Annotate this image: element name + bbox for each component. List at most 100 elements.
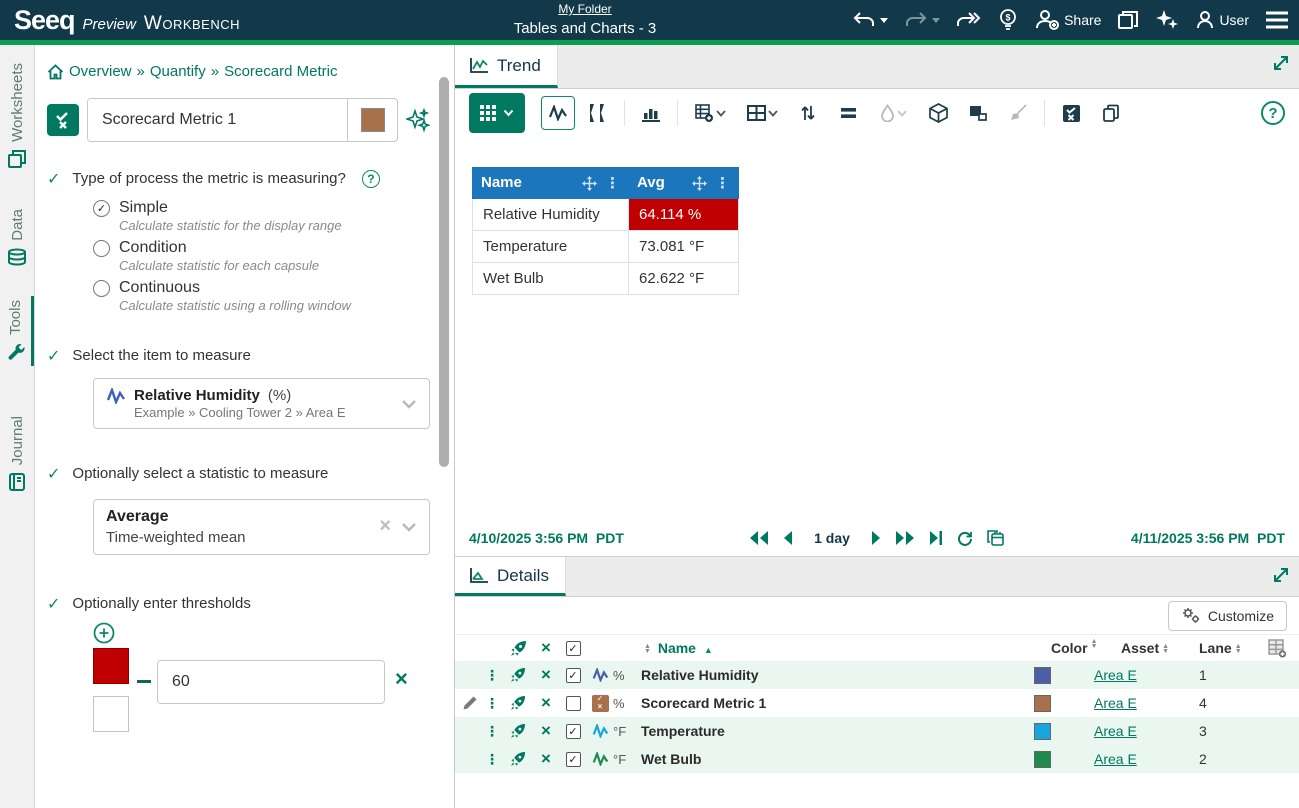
rocket-icon[interactable] xyxy=(503,667,533,683)
remove-item-icon[interactable]: × xyxy=(533,749,559,769)
eraser-button[interactable] xyxy=(1001,96,1035,130)
radio-condition[interactable]: Condition xyxy=(93,239,430,257)
row-color-swatch[interactable] xyxy=(1034,723,1051,740)
asset-link[interactable]: Area E xyxy=(1094,695,1137,711)
bar-chart-toggle-button[interactable] xyxy=(634,96,668,130)
sidebar-item-worksheets[interactable]: Worksheets xyxy=(0,59,34,173)
step-forward-fast-icon[interactable] xyxy=(895,531,915,545)
name-column-header[interactable]: ▲▼ Name ▲ xyxy=(641,640,1051,656)
table-row[interactable]: Relative Humidity 64.114 % xyxy=(473,199,739,231)
range-start[interactable]: 4/10/2025 3:56 PM PDT xyxy=(469,530,624,546)
rocket-icon[interactable] xyxy=(503,751,533,767)
rocket-icon[interactable] xyxy=(503,695,533,711)
forward-share-button[interactable] xyxy=(956,11,982,29)
ai-assistant-button[interactable] xyxy=(1155,9,1179,31)
bring-to-front-button[interactable] xyxy=(961,96,995,130)
step-back-icon[interactable] xyxy=(783,531,793,545)
clear-statistic-icon[interactable]: × xyxy=(379,515,391,538)
metric-button[interactable] xyxy=(1054,96,1088,130)
duration-label[interactable]: 1 day xyxy=(807,530,857,546)
expand-trend-icon[interactable] xyxy=(1271,53,1291,73)
grid-table-dropdown-button[interactable] xyxy=(739,96,785,130)
detail-row-wet-bulb[interactable]: ⋮ × ✓ °F Wet Bulb Area E 2 xyxy=(455,745,1299,773)
droplet-dropdown-button[interactable] xyxy=(871,96,915,130)
my-folder-link[interactable]: My Folder xyxy=(558,2,611,16)
table-row[interactable]: Temperature 73.081 °F xyxy=(473,231,739,263)
add-threshold-button[interactable] xyxy=(93,622,115,644)
lane-column-header[interactable]: Lane▲▼ xyxy=(1199,640,1254,656)
select-all-checkbox[interactable]: ✓ xyxy=(566,641,581,656)
undo-button[interactable] xyxy=(852,11,888,29)
asset-link[interactable]: Area E xyxy=(1094,751,1137,767)
statistic-select[interactable]: Average Time-weighted mean × xyxy=(93,499,430,555)
row-menu-icon[interactable]: ⋮ xyxy=(481,695,503,712)
threshold-value-input[interactable] xyxy=(158,661,385,703)
edit-pencil-icon[interactable] xyxy=(459,695,481,711)
remove-item-icon[interactable]: × xyxy=(533,693,559,713)
radio-condition-control[interactable] xyxy=(93,240,110,257)
sort-button[interactable] xyxy=(791,96,825,130)
row-color-swatch[interactable] xyxy=(1034,667,1051,684)
asset-link[interactable]: Area E xyxy=(1094,667,1137,683)
redo-button[interactable] xyxy=(904,11,940,29)
row-menu-icon[interactable]: ⋮ xyxy=(481,667,503,684)
row-checkbox[interactable]: ✓ xyxy=(566,668,581,683)
chevron-down-icon[interactable] xyxy=(401,399,417,409)
expand-details-icon[interactable] xyxy=(1271,565,1291,585)
share-button[interactable]: Share xyxy=(1034,10,1101,30)
copy-range-icon[interactable] xyxy=(987,530,1005,547)
breadcrumb-overview[interactable]: Overview xyxy=(69,63,132,80)
main-menu-button[interactable] xyxy=(1265,11,1289,29)
column-header-avg[interactable]: Avg ⋮ xyxy=(629,168,739,199)
column-header-name[interactable]: Name ⋮ xyxy=(473,168,629,199)
ai-suggest-button[interactable] xyxy=(406,108,430,132)
table-row[interactable]: Wet Bulb 62.622 °F xyxy=(473,263,739,295)
column-menu-icon[interactable]: ⋮ xyxy=(605,174,620,192)
add-column-icon[interactable] xyxy=(1254,639,1299,658)
metric-name-input[interactable] xyxy=(88,99,347,141)
row-checkbox[interactable]: ✓ xyxy=(566,724,581,739)
radio-continuous[interactable]: Continuous xyxy=(93,279,430,297)
sidebar-item-journal[interactable]: Journal xyxy=(0,412,34,496)
customize-button[interactable]: Customize xyxy=(1168,601,1287,631)
move-icon[interactable] xyxy=(692,176,707,191)
help-question-icon[interactable]: ? xyxy=(362,170,380,188)
signal-toggle-button[interactable] xyxy=(541,96,575,130)
value-capture-button[interactable]: $ xyxy=(998,9,1018,31)
metric-color-swatch[interactable] xyxy=(361,108,385,132)
tab-trend[interactable]: Trend xyxy=(455,45,558,88)
dimensions-button[interactable] xyxy=(921,96,955,130)
remove-item-icon[interactable]: × xyxy=(533,665,559,685)
detail-row-temperature[interactable]: ⋮ × ✓ °F Temperature Area E 3 xyxy=(455,717,1299,745)
asset-navigate-column-icon[interactable] xyxy=(503,640,533,657)
color-column-header[interactable]: Color▲▼ xyxy=(1051,640,1121,656)
remove-threshold-button[interactable]: × xyxy=(395,668,408,690)
sidebar-item-tools[interactable]: Tools xyxy=(0,296,34,366)
column-menu-icon[interactable]: ⋮ xyxy=(715,174,730,192)
panel-scrollbar[interactable] xyxy=(439,77,449,467)
row-menu-icon[interactable]: ⋮ xyxy=(481,751,503,768)
breadcrumb-quantify[interactable]: Quantify xyxy=(150,63,206,80)
help-button[interactable]: ? xyxy=(1261,101,1285,125)
step-to-end-icon[interactable] xyxy=(929,531,943,545)
capsules-toggle-button[interactable] xyxy=(581,96,615,130)
range-end[interactable]: 4/11/2025 3:56 PM PDT xyxy=(1131,530,1285,546)
compare-button[interactable] xyxy=(831,96,865,130)
detail-row-scorecard-metric[interactable]: ⋮ × ✓× % Scorecard Metric 1 Area E 4 xyxy=(455,689,1299,717)
detail-row-relative-humidity[interactable]: ⋮ × ✓ % Relative Humidity Area E 1 xyxy=(455,661,1299,689)
move-icon[interactable] xyxy=(582,176,597,191)
remove-column-icon[interactable]: × xyxy=(533,638,559,658)
sidebar-item-data[interactable]: Data xyxy=(0,205,34,272)
windows-button[interactable] xyxy=(1117,10,1139,30)
metric-color-picker[interactable] xyxy=(347,99,397,141)
chevron-down-icon[interactable] xyxy=(401,522,417,532)
asset-link[interactable]: Area E xyxy=(1094,723,1137,739)
radio-simple[interactable]: ✓ Simple xyxy=(93,199,430,217)
asset-column-header[interactable]: Asset▲▼ xyxy=(1121,640,1199,656)
tab-details[interactable]: Details xyxy=(455,557,566,596)
row-color-swatch[interactable] xyxy=(1034,751,1051,768)
row-checkbox[interactable]: ✓ xyxy=(566,752,581,767)
refresh-icon[interactable] xyxy=(957,530,973,546)
row-checkbox[interactable] xyxy=(566,696,581,711)
remove-item-icon[interactable]: × xyxy=(533,721,559,741)
